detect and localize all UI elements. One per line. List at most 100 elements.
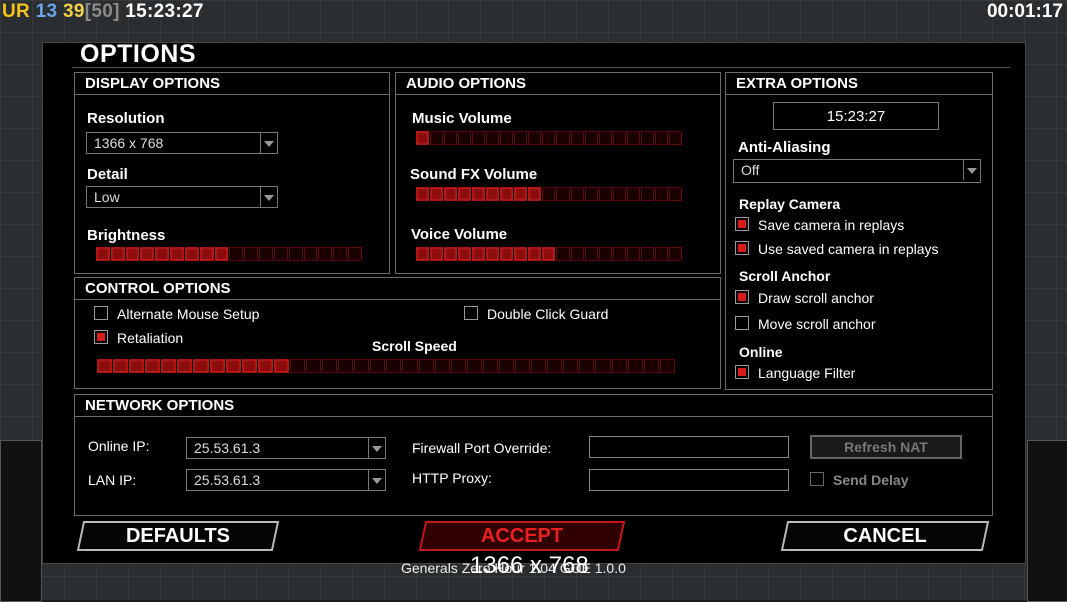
slider-segment [643,359,659,373]
use-camera-label: Use saved camera in replays [758,241,939,257]
brightness-slider[interactable] [96,247,362,261]
move-anchor-checkbox[interactable] [735,316,749,330]
network-options-header: NETWORK OPTIONS [75,395,992,417]
slider-segment [418,359,434,373]
slider-segment [528,131,542,145]
slider-segment [515,359,531,373]
save-camera-label: Save camera in replays [758,217,905,233]
slider-segment [482,359,498,373]
slider-segment [584,187,598,201]
slider-segment [434,359,450,373]
chevron-down-icon [368,438,385,458]
slider-segment [177,359,193,373]
music-volume-label: Music Volume [412,110,512,127]
draw-anchor-checkbox[interactable] [735,290,749,304]
slider-segment [273,247,288,261]
slider-segment [570,187,584,201]
detail-label: Detail [87,166,128,183]
double-click-label: Double Click Guard [487,306,609,322]
sfx-volume-slider[interactable] [416,187,682,201]
hud-count-1: 13 [35,1,58,22]
slider-segment [129,359,145,373]
slider-segment [627,359,643,373]
detail-value: Low [94,189,120,205]
online-ip-value: 25.53.61.3 [194,440,261,456]
slider-segment [193,359,209,373]
slider-segment [640,131,654,145]
resolution-value: 1366 x 768 [94,135,164,151]
sfx-volume-label: Sound FX Volume [410,166,538,183]
hud-count-2: 39 [62,1,85,22]
slider-segment [626,131,640,145]
slider-segment [611,359,627,373]
voice-volume-slider[interactable] [416,247,682,261]
slider-segment [598,187,612,201]
hud-bracket: [50] [84,1,120,22]
replay-camera-label: Replay Camera [739,196,841,212]
slider-segment [612,187,626,201]
slider-segment [318,247,333,261]
slider-segment [416,247,430,261]
anti-aliasing-value: Off [741,162,760,178]
detail-dropdown[interactable]: Low [86,186,278,208]
page-title: OPTIONS [80,40,197,68]
display-options-header: DISPLAY OPTIONS [75,73,389,95]
slider-segment [140,247,155,261]
slider-segment [472,131,486,145]
slider-segment [556,247,570,261]
slider-segment [654,131,668,145]
slider-segment [563,359,579,373]
anti-aliasing-dropdown[interactable]: Off [733,159,981,183]
alt-mouse-checkbox[interactable] [94,306,108,320]
firewall-port-input[interactable] [589,436,789,458]
defaults-label: DEFAULTS [125,525,231,547]
slider-segment [514,247,528,261]
slider-segment [458,131,472,145]
save-camera-checkbox[interactable] [735,217,749,231]
scroll-anchor-label: Scroll Anchor [739,268,831,284]
defaults-button[interactable]: DEFAULTS [76,521,280,551]
refresh-nat-button[interactable]: Refresh NAT [810,435,962,459]
accept-button[interactable]: ACCEPT [418,521,626,551]
hud-time: 15:23:27 [125,1,204,22]
firewall-label: Firewall Port Override: [412,440,552,456]
slider-segment [430,131,444,145]
slider-segment [531,359,547,373]
slider-segment [472,247,486,261]
send-delay-checkbox[interactable] [810,472,824,486]
slider-segment [229,247,244,261]
double-click-checkbox[interactable] [464,306,478,320]
slider-segment [486,131,500,145]
slider-segment [145,359,161,373]
slider-segment [289,359,306,373]
slider-segment [170,247,184,261]
slider-segment [626,187,640,201]
retaliation-checkbox[interactable] [94,330,108,344]
online-ip-dropdown[interactable]: 25.53.61.3 [186,437,386,459]
lan-ip-dropdown[interactable]: 25.53.61.3 [186,469,386,491]
hud-status: UR 13 39[50] 15:23:27 [2,1,204,23]
scroll-speed-slider[interactable] [97,359,675,373]
slider-segment [498,359,515,373]
slider-segment [500,131,514,145]
use-camera-checkbox[interactable] [735,241,749,255]
http-proxy-input[interactable] [589,469,789,491]
lan-ip-label: LAN IP: [88,472,137,488]
slider-segment [556,131,570,145]
slider-segment [273,359,289,373]
slider-segment [96,247,110,261]
resolution-dropdown[interactable]: 1366 x 768 [86,132,278,154]
slider-segment [416,187,430,201]
slider-segment [598,131,612,145]
slider-segment [354,359,370,373]
resolution-overlay: 1366 x 768 [470,552,589,579]
slider-segment [303,247,318,261]
music-volume-slider[interactable] [416,131,682,145]
cancel-button[interactable]: CANCEL [780,521,990,551]
slider-segment [244,247,259,261]
language-filter-checkbox[interactable] [735,365,749,379]
slider-segment [528,187,542,201]
bg-frame-right [1027,440,1067,602]
slider-segment [640,247,654,261]
slider-segment [486,247,500,261]
